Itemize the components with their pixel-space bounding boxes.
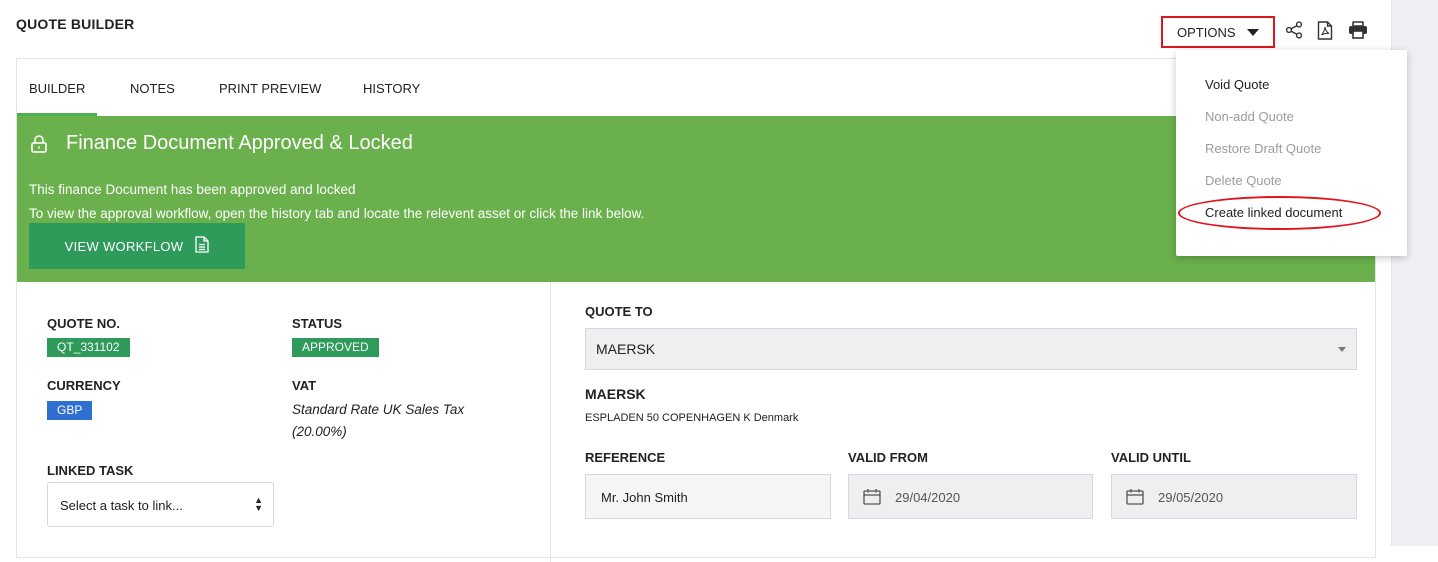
options-label: OPTIONS <box>1177 24 1236 40</box>
tab-notes[interactable]: NOTES <box>130 81 175 96</box>
menu-item-create-linked-document[interactable]: Create linked document <box>1205 205 1342 220</box>
status-badge: APPROVED <box>292 338 379 357</box>
valid-from-label: VALID FROM <box>848 450 928 465</box>
print-icon[interactable] <box>1348 20 1368 40</box>
vat-value: Standard Rate UK Sales Tax (20.00%) <box>292 402 465 439</box>
menu-item-void-quote[interactable]: Void Quote <box>1205 77 1269 92</box>
view-workflow-label: VIEW WORKFLOW <box>64 238 184 254</box>
valid-from-field[interactable]: 29/04/2020 <box>848 474 1093 519</box>
valid-from-value: 29/04/2020 <box>895 490 961 505</box>
view-workflow-button[interactable]: VIEW WORKFLOW <box>29 223 245 269</box>
chevron-down-icon <box>1247 29 1259 36</box>
quote-no-badge: QT_331102 <box>47 338 130 357</box>
options-button[interactable]: OPTIONS <box>1161 16 1275 48</box>
reference-value: Mr. John Smith <box>601 490 688 505</box>
valid-until-field[interactable]: 29/05/2020 <box>1111 474 1357 519</box>
menu-item-delete-quote[interactable]: Delete Quote <box>1205 173 1282 188</box>
quote-no-label: QUOTE NO. <box>47 316 120 331</box>
tab-bar: BUILDER NOTES PRINT PREVIEW HISTORY <box>17 59 1375 116</box>
banner-title: Finance Document Approved & Locked <box>66 132 413 154</box>
valid-until-label: VALID UNTIL <box>1111 450 1191 465</box>
quote-to-panel: QUOTE TO MAERSK MAERSK ESPLADEN 50 COPEN… <box>551 282 1377 562</box>
calendar-icon <box>1126 488 1144 508</box>
reference-field[interactable]: Mr. John Smith <box>585 474 831 519</box>
status-label: STATUS <box>292 316 343 331</box>
calendar-icon <box>863 488 881 508</box>
tab-print-preview[interactable]: PRINT PREVIEW <box>219 81 321 96</box>
banner-instructions: To view the approval workflow, open the … <box>29 206 645 221</box>
page-title: QUOTE BUILDER <box>16 16 135 32</box>
options-dropdown-menu: Void Quote Non-add Quote Restore Draft Q… <box>1176 50 1407 256</box>
linked-task-label: LINKED TASK <box>47 463 134 478</box>
lock-icon <box>29 134 49 159</box>
currency-badge: GBP <box>47 401 93 420</box>
currency-label: CURRENCY <box>47 378 121 393</box>
valid-until-value: 29/05/2020 <box>1158 490 1224 505</box>
pdf-icon[interactable] <box>1315 20 1335 40</box>
company-address: ESPLADEN 50 COPENHAGEN K Denmark <box>585 412 799 424</box>
tab-builder[interactable]: BUILDER <box>29 81 85 96</box>
chevron-down-icon <box>1338 347 1346 352</box>
share-icon[interactable] <box>1284 20 1304 40</box>
reference-label: REFERENCE <box>585 450 666 465</box>
linked-task-select[interactable]: Select a task to link... ▲ ▼ <box>47 482 274 527</box>
tab-history[interactable]: HISTORY <box>363 81 420 96</box>
vat-label: VAT <box>292 378 317 393</box>
quote-to-selected: MAERSK <box>596 341 656 357</box>
linked-task-placeholder: Select a task to link... <box>60 498 183 513</box>
quote-to-label: QUOTE TO <box>585 304 653 319</box>
quote-card: BUILDER NOTES PRINT PREVIEW HISTORY Fina… <box>16 58 1376 562</box>
approval-banner: Finance Document Approved & Locked This … <box>17 116 1375 282</box>
banner-message: This finance Document has been approved … <box>29 182 356 197</box>
quote-to-select[interactable]: MAERSK <box>585 328 1357 370</box>
company-name: MAERSK <box>585 386 646 402</box>
document-icon <box>195 236 210 256</box>
select-arrows-icon: ▲ ▼ <box>254 495 263 513</box>
quote-details-panel: QUOTE NO. QT_331102 STATUS APPROVED CURR… <box>17 282 551 562</box>
menu-item-non-add-quote[interactable]: Non-add Quote <box>1205 109 1294 124</box>
menu-item-restore-draft-quote[interactable]: Restore Draft Quote <box>1205 141 1321 156</box>
